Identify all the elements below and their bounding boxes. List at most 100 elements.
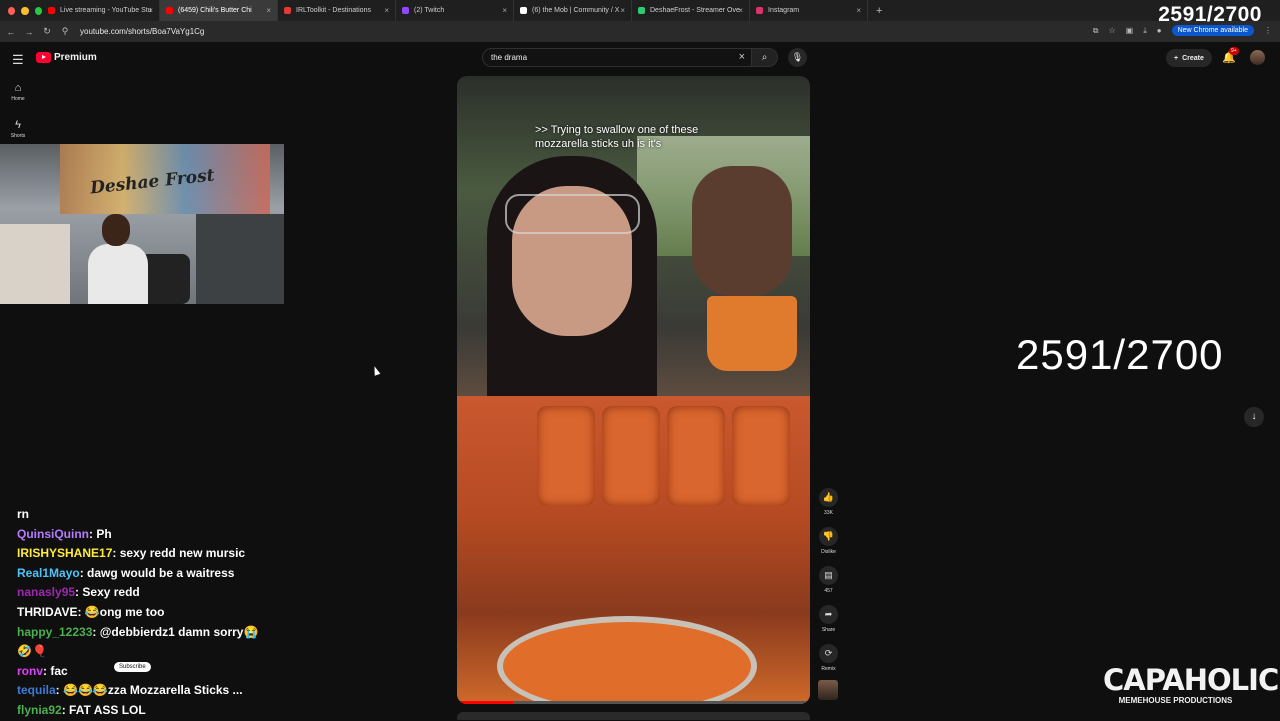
thumbs-down-icon: 👎 xyxy=(819,527,838,546)
close-tab-icon[interactable]: × xyxy=(856,6,861,15)
create-button[interactable]: + Create xyxy=(1166,49,1212,67)
close-tab-icon[interactable]: × xyxy=(148,6,153,15)
chat-username[interactable]: 🤣🎈 xyxy=(17,644,47,658)
like-button[interactable]: 👍 33K xyxy=(818,488,839,516)
desk xyxy=(0,224,70,304)
tab-favicon xyxy=(166,7,173,14)
voice-search-button[interactable]: 🎙 xyxy=(788,48,807,67)
sound-thumbnail[interactable] xyxy=(818,680,838,700)
close-tab-icon[interactable]: × xyxy=(620,6,625,15)
chat-username[interactable]: nanasly95 xyxy=(17,585,75,599)
browser-tab[interactable]: Live streaming - YouTube Stu × xyxy=(42,0,160,21)
comments-button[interactable]: ▤ 457 xyxy=(818,566,839,594)
chat-message: THRIDAVE: 😂ong me too xyxy=(17,603,317,623)
chat-separator: : xyxy=(77,604,85,619)
search-button[interactable]: ⌕ xyxy=(752,48,778,67)
chat-username[interactable]: IRISHYSHANE17 xyxy=(17,546,112,560)
tab-favicon xyxy=(520,7,527,14)
extensions-icon[interactable]: ▣ xyxy=(1126,26,1134,35)
tab-title: (6) the Mob | Community / X xyxy=(532,7,620,14)
chat-separator: : xyxy=(61,702,70,717)
brand-name: CAPAHOLICS xyxy=(1103,663,1280,697)
site-info-icon[interactable]: ⚲ xyxy=(58,26,72,37)
share-label: Share xyxy=(821,627,836,633)
video-progress-bar[interactable] xyxy=(457,701,810,704)
forward-icon[interactable]: → xyxy=(22,27,36,37)
close-window-button[interactable] xyxy=(8,6,16,15)
chat-username[interactable]: happy_12233 xyxy=(17,625,92,639)
tab-favicon xyxy=(284,7,291,14)
hamburger-menu-icon[interactable]: ☰ xyxy=(12,52,24,68)
streamer-head xyxy=(102,214,130,246)
premium-label: Premium xyxy=(54,52,97,63)
remix-label: Remix xyxy=(821,666,836,672)
chat-text: Ph xyxy=(96,526,112,541)
chat-separator: : xyxy=(79,565,88,580)
browser-tab[interactable]: (2) Twitch × xyxy=(396,0,514,21)
back-icon[interactable]: ← xyxy=(4,27,18,37)
youtube-play-icon xyxy=(36,52,51,63)
sidebar-item-home[interactable]: ⌂ Home xyxy=(5,82,31,102)
share-button[interactable]: ➦ Share xyxy=(818,605,839,633)
streamer-body xyxy=(88,244,148,304)
chat-message: happy_12233: @debbierdz1 damn sorry😭 xyxy=(17,623,317,643)
url-field[interactable]: youtube.com/shorts/Boa7VaYg1Cg xyxy=(80,27,204,36)
next-video-button[interactable]: ↓ xyxy=(1244,407,1264,427)
window-controls xyxy=(0,6,42,15)
browser-tab[interactable]: IRLToolkit - Destinations × xyxy=(278,0,396,21)
sidebar-item-shorts[interactable]: ϟ Shorts xyxy=(5,119,31,139)
chat-text: 😂ong me too xyxy=(84,604,165,619)
close-tab-icon[interactable]: × xyxy=(502,6,507,15)
subscribe-popup[interactable]: Subscribe xyxy=(114,662,151,672)
new-tab-icon[interactable]: + xyxy=(868,5,882,17)
reload-icon[interactable]: ↻ xyxy=(40,26,54,37)
close-tab-icon[interactable]: × xyxy=(384,6,389,15)
browser-tab-active[interactable]: (6459) Chili's Butter Chi × xyxy=(160,0,278,21)
mozzarella-stick xyxy=(537,406,595,506)
youtube-logo[interactable]: Premium xyxy=(36,52,97,63)
maximize-window-button[interactable] xyxy=(34,6,42,15)
profile-icon[interactable]: ● xyxy=(1157,26,1162,35)
menu-dots-icon[interactable]: ⋮ xyxy=(1264,26,1272,35)
dislike-button[interactable]: 👎 Dislike xyxy=(818,527,839,555)
remix-icon: ⟳ xyxy=(819,644,838,663)
streamer xyxy=(88,214,148,304)
search-input[interactable]: the drama × xyxy=(482,48,752,67)
room-background xyxy=(196,214,284,304)
close-tab-icon[interactable]: × xyxy=(266,6,271,15)
chat-username[interactable]: ronv xyxy=(17,664,43,678)
account-avatar[interactable] xyxy=(1250,50,1265,65)
short-video-player[interactable]: >> Trying to swallow one of these mozzar… xyxy=(457,76,810,704)
clear-search-icon[interactable]: × xyxy=(739,51,745,63)
remix-button[interactable]: ⟳ Remix xyxy=(818,644,839,672)
minimize-window-button[interactable] xyxy=(21,6,29,15)
browser-tab[interactable]: DeshaeFrost - Streamer Ove × xyxy=(632,0,750,21)
comment-count: 457 xyxy=(824,588,833,594)
browser-tab[interactable]: Instagram × xyxy=(750,0,868,21)
mozzarella-stick xyxy=(732,406,790,506)
chat-message: QuinsiQuinn: Ph xyxy=(17,525,317,545)
chat-username[interactable]: tequila xyxy=(17,683,56,697)
create-label: Create xyxy=(1182,54,1204,62)
next-short-preview[interactable] xyxy=(457,712,810,720)
close-tab-icon[interactable]: × xyxy=(738,6,743,15)
bookmark-star-icon[interactable]: ☆ xyxy=(1108,26,1115,35)
downloads-icon[interactable]: ⤓ xyxy=(1143,26,1147,36)
browser-tab[interactable]: (6) the Mob | Community / X × xyxy=(514,0,632,21)
chat-username[interactable]: flynia92 xyxy=(17,703,62,717)
chat-username[interactable]: Real1Mayo xyxy=(17,566,80,580)
chat-username[interactable]: THRIDAVE xyxy=(17,605,77,619)
install-icon[interactable]: ⧉ xyxy=(1093,26,1099,36)
tab-title: (2) Twitch xyxy=(414,7,445,14)
tab-favicon xyxy=(48,7,55,14)
chat-text: 😂😂😂zza Mozzarella Sticks ... xyxy=(63,683,243,698)
chat-username[interactable]: rn xyxy=(17,507,29,521)
chat-username[interactable]: QuinsiQuinn xyxy=(17,527,89,541)
search-query: the drama xyxy=(491,53,528,62)
sidebar-item-label: Shorts xyxy=(10,133,26,139)
video-caption: >> Trying to swallow one of these mozzar… xyxy=(535,123,698,151)
like-count: 33K xyxy=(824,510,833,516)
tab-favicon xyxy=(756,7,763,14)
notification-badge: 9+ xyxy=(1229,47,1239,55)
share-icon: ➦ xyxy=(819,605,838,624)
